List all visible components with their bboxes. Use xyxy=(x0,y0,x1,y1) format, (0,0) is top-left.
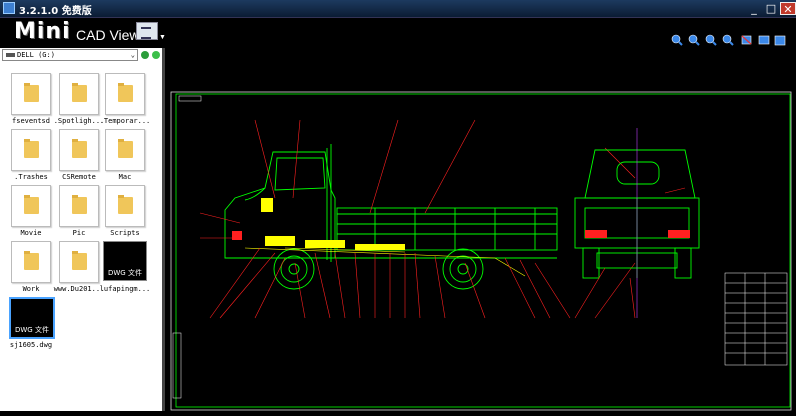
folder-icon xyxy=(24,83,39,102)
folder-thumbnail xyxy=(105,185,145,227)
file-item[interactable]: DWG 文件 sj1605.dwg xyxy=(4,297,58,367)
folder-thumbnail xyxy=(11,185,51,227)
folder-icon xyxy=(72,195,87,214)
folder-thumbnail xyxy=(105,73,145,115)
cad-drawing[interactable] xyxy=(165,48,796,411)
dwg-badge: DWG 文件 xyxy=(108,269,142,277)
logo-mini: Mini xyxy=(14,19,71,44)
open-file-icon xyxy=(141,27,151,39)
zoom-fit-icon[interactable] xyxy=(722,34,734,46)
file-label: Mac xyxy=(118,173,132,181)
folder-icon xyxy=(118,139,133,158)
dwg-badge: DWG 文件 xyxy=(15,326,49,334)
folder-thumbnail xyxy=(11,129,51,171)
dwg-thumbnail: DWG 文件 xyxy=(103,241,147,281)
chevron-down-icon[interactable]: ⌄ xyxy=(131,50,135,60)
drawing-canvas[interactable] xyxy=(165,48,796,411)
window-title: 3.2.1.0 免费版 xyxy=(19,6,92,17)
folder-icon xyxy=(72,251,87,270)
drive-icon xyxy=(6,53,15,57)
folder-thumbnail xyxy=(11,73,51,115)
folder-icon xyxy=(118,83,133,102)
folder-thumbnail xyxy=(59,241,99,283)
file-label: sj1605.dwg xyxy=(9,341,53,349)
open-dropdown-icon[interactable]: ▼ xyxy=(159,34,166,41)
dwg-thumbnail: DWG 文件 xyxy=(9,297,55,339)
folder-icon xyxy=(72,139,87,158)
file-label: Movie xyxy=(20,229,42,237)
file-label: fseventsd xyxy=(12,117,50,125)
folder-thumbnail xyxy=(105,129,145,171)
zoom-window-icon[interactable] xyxy=(705,34,717,46)
folder-icon xyxy=(24,251,39,270)
folder-icon xyxy=(24,139,39,158)
app-icon xyxy=(3,2,15,14)
folder-thumbnail xyxy=(11,241,51,283)
tool-icons xyxy=(671,34,786,46)
save-icon[interactable] xyxy=(774,35,786,46)
drive-label: DELL (G:) xyxy=(17,51,55,59)
zoom-in-icon[interactable] xyxy=(671,34,683,46)
maximize-button[interactable]: □ xyxy=(763,2,779,15)
folder-icon xyxy=(72,83,87,102)
refresh-icon[interactable] xyxy=(152,51,160,59)
folder-thumbnail xyxy=(59,185,99,227)
title-bar: 3.2.1.0 免费版 _ □ ✕ xyxy=(0,0,796,18)
file-label: .Trashes xyxy=(14,173,48,181)
print-icon[interactable] xyxy=(758,35,770,45)
close-button[interactable]: ✕ xyxy=(780,2,796,16)
folder-thumbnail xyxy=(59,129,99,171)
file-item[interactable]: DWG 文件 lufapingm... xyxy=(98,241,152,311)
folder-thumbnail xyxy=(59,73,99,115)
zoom-out-icon[interactable] xyxy=(688,34,700,46)
file-label: lufapingm... xyxy=(99,285,151,293)
drive-selector[interactable]: DELL (G:) ⌄ xyxy=(2,49,138,61)
file-label: Work xyxy=(22,285,40,293)
file-label: Scripts xyxy=(110,229,140,237)
measure-icon[interactable] xyxy=(741,35,752,45)
open-file-button[interactable] xyxy=(136,22,158,40)
folder-icon xyxy=(24,195,39,214)
folder-icon xyxy=(118,195,133,214)
go-up-icon[interactable] xyxy=(141,51,149,59)
file-label: .Temporar... xyxy=(99,117,151,125)
minimize-button[interactable]: _ xyxy=(746,2,762,15)
